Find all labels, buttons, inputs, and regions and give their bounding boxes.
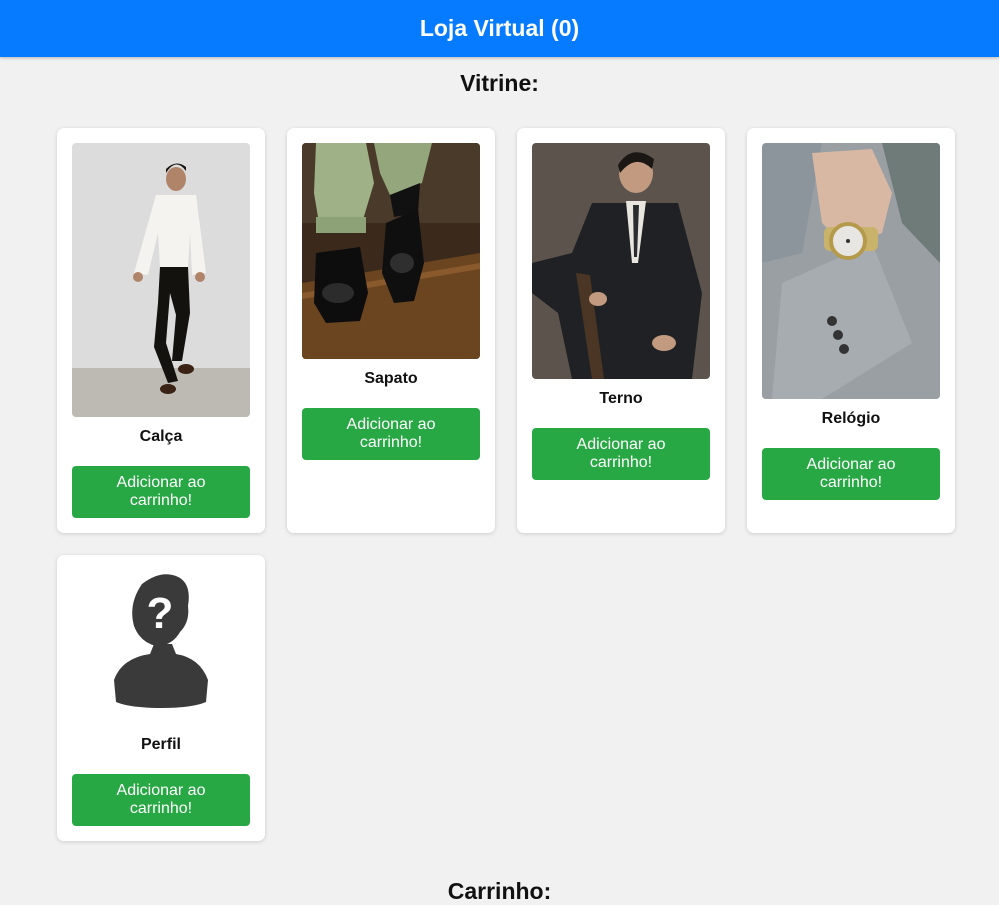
product-card-perfil: ? Perfil Adicionar ao carrinho! [57,555,265,841]
product-image-terno [532,143,710,379]
add-to-cart-button-terno[interactable]: Adicionar ao carrinho! [532,428,710,480]
product-card-relogio: Relógio Adicionar ao carrinho! [747,128,955,533]
add-to-cart-button-sapato[interactable]: Adicionar ao carrinho! [302,408,480,460]
cart-title: Carrinho: [447,878,552,904]
product-image-calca [72,143,250,417]
product-name: Sapato [364,370,418,387]
product-image-relogio [762,143,940,399]
product-name: Terno [599,390,643,407]
product-name: Calça [139,428,183,445]
svg-text:?: ? [147,589,174,638]
product-card-sapato: Sapato Adicionar ao carrinho! [287,128,495,533]
store-title: Loja Virtual (0) [419,15,580,41]
product-card-terno: Terno Adicionar ao carrinho! [517,128,725,533]
add-to-cart-button-perfil[interactable]: Adicionar ao carrinho! [72,774,250,826]
product-name: Relógio [821,410,881,427]
product-image-perfil: ? [72,570,250,726]
add-to-cart-button-calca[interactable]: Adicionar ao carrinho! [72,466,250,518]
product-card-calca: Calça Adicionar ao carrinho! [57,128,265,533]
showcase-title: Vitrine: [460,70,539,96]
add-to-cart-button-relogio[interactable]: Adicionar ao carrinho! [762,448,940,500]
product-name: Perfil [140,736,181,754]
top-bar: Loja Virtual (0) [0,0,999,57]
product-image-sapato [302,143,480,359]
